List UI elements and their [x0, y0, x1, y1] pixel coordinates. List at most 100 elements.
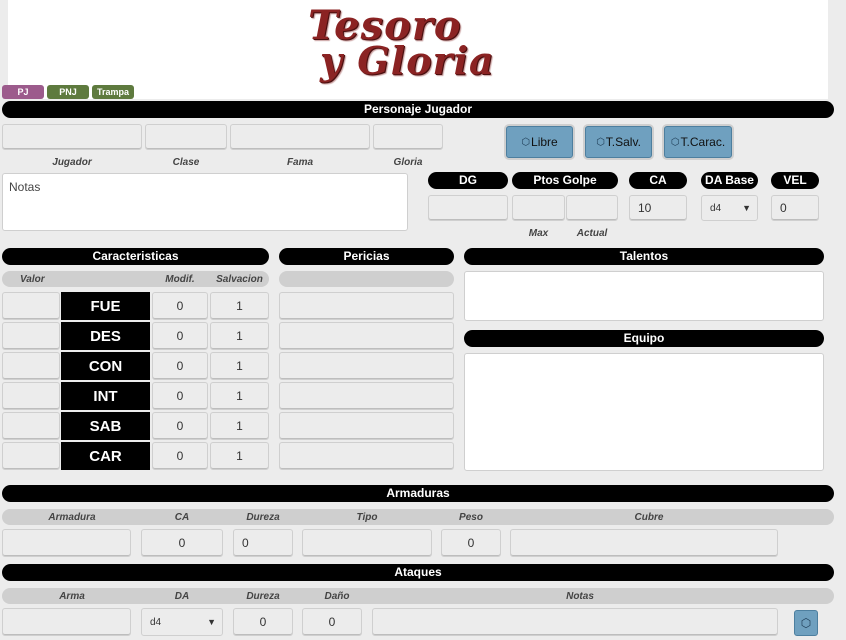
armor-hardness-header: Dureza	[246, 512, 280, 523]
attr-save-header: Salvacion	[216, 274, 263, 285]
roll-free-button[interactable]: ⬡ Libre	[506, 126, 573, 158]
attr-mod: 0	[152, 352, 208, 380]
attr-value-input[interactable]	[2, 322, 60, 350]
skills-subheader	[279, 271, 454, 287]
d20-icon: ⬡	[596, 136, 605, 148]
d20-icon: ⬡	[521, 136, 531, 148]
skill-input[interactable]	[279, 382, 454, 410]
attack-hardness-input[interactable]: 0	[233, 608, 293, 636]
attr-value-input[interactable]	[2, 382, 60, 410]
attr-mod: 0	[152, 322, 208, 350]
attack-hardness-header: Dureza	[246, 591, 280, 602]
class-input[interactable]	[145, 124, 227, 150]
hp-header: Ptos Golpe	[512, 172, 618, 189]
player-label: Jugador	[52, 157, 92, 168]
attr-name[interactable]: DES	[61, 322, 150, 350]
attr-name[interactable]: SAB	[61, 412, 150, 440]
chevron-down-icon: ▼	[742, 203, 751, 213]
skill-input[interactable]	[279, 352, 454, 380]
logo: Tesoro y Gloria	[300, 2, 540, 83]
ca-header: CA	[629, 172, 687, 189]
skill-input[interactable]	[279, 442, 454, 470]
fame-label: Fama	[286, 157, 314, 168]
attack-notes-input[interactable]	[372, 608, 778, 636]
attr-name[interactable]: INT	[61, 382, 150, 410]
attack-roll-button[interactable]: ⬡	[794, 610, 818, 636]
armor-weight-header: Peso	[459, 512, 483, 523]
armor-hardness-input[interactable]: 0	[233, 529, 293, 557]
armor-type-header: Tipo	[356, 512, 378, 523]
equipment-textarea[interactable]	[464, 353, 824, 471]
skill-input[interactable]	[279, 292, 454, 320]
player-input[interactable]	[2, 124, 142, 150]
attr-mod-header: Modif.	[165, 274, 195, 285]
attack-weapon-input[interactable]	[2, 608, 131, 636]
attr-mod: 0	[152, 412, 208, 440]
section-talents-header: Talentos	[464, 248, 824, 265]
chevron-down-icon: ▼	[207, 617, 216, 627]
attr-save: 1	[210, 292, 269, 320]
attr-value-input[interactable]	[2, 352, 60, 380]
vel-header: VEL	[771, 172, 819, 189]
attack-weapon-header: Arma	[59, 591, 85, 602]
notes-placeholder: Notas	[9, 180, 41, 194]
armor-weight-input[interactable]: 0	[441, 529, 501, 557]
attr-save: 1	[210, 352, 269, 380]
armor-type-input[interactable]	[302, 529, 432, 557]
section-attacks-header: Ataques	[2, 564, 834, 581]
glory-label: Gloria	[393, 157, 423, 168]
section-skills-header: Pericias	[279, 248, 454, 265]
d20-icon: ⬡	[670, 136, 680, 148]
section-attributes-header: Caracteristicas	[2, 248, 269, 265]
fame-input[interactable]	[230, 124, 370, 150]
da-base-select[interactable]: d4 ▼	[701, 195, 758, 221]
talents-textarea[interactable]	[464, 271, 824, 321]
roll-saves-button[interactable]: ⬡ T.Salv.	[585, 126, 652, 158]
roll-attributes-label: T.Carac.	[680, 135, 726, 149]
hp-max-label: Max	[528, 228, 549, 239]
attr-name[interactable]: CAR	[61, 442, 150, 470]
attr-mod: 0	[152, 442, 208, 470]
logo-line-2: y Gloria	[320, 38, 495, 83]
attack-da-value: d4	[150, 616, 162, 628]
attr-save: 1	[210, 442, 269, 470]
hp-current-label: Actual	[576, 228, 608, 239]
ca-input[interactable]: 10	[629, 195, 687, 221]
section-equipment-header: Equipo	[464, 330, 824, 347]
hp-max-input[interactable]	[512, 195, 565, 221]
dg-header: DG	[428, 172, 508, 189]
tab-pnj[interactable]: PNJ	[47, 85, 89, 99]
attack-notes-header: Notas	[566, 591, 594, 602]
section-armor-header: Armaduras	[2, 485, 834, 502]
tab-trampa[interactable]: Trampa	[92, 85, 134, 99]
attr-value-input[interactable]	[2, 442, 60, 470]
attr-save: 1	[210, 382, 269, 410]
armor-covers-input[interactable]	[510, 529, 778, 557]
attr-mod: 0	[152, 292, 208, 320]
attack-da-select[interactable]: d4 ▼	[141, 608, 223, 636]
tab-pj[interactable]: PJ	[2, 85, 44, 99]
da-base-header: DA Base	[701, 172, 758, 189]
glory-input[interactable]	[373, 124, 443, 150]
d20-icon: ⬡	[800, 616, 812, 630]
attr-value-input[interactable]	[2, 412, 60, 440]
hp-current-input[interactable]	[566, 195, 618, 221]
roll-attributes-button[interactable]: ⬡ T.Carac.	[664, 126, 732, 158]
skill-input[interactable]	[279, 322, 454, 350]
attr-name[interactable]: CON	[61, 352, 150, 380]
armor-ca-input[interactable]: 0	[141, 529, 223, 557]
attr-name[interactable]: FUE	[61, 292, 150, 320]
skill-input[interactable]	[279, 412, 454, 440]
roll-saves-label: T.Salv.	[605, 135, 641, 149]
armor-name-input[interactable]	[2, 529, 131, 557]
vel-input[interactable]: 0	[771, 195, 819, 221]
attr-value-header: Valor	[20, 274, 45, 285]
attack-damage-input[interactable]: 0	[302, 608, 362, 636]
dg-input[interactable]	[428, 195, 508, 221]
attr-value-input[interactable]	[2, 292, 60, 320]
notes-textarea[interactable]: Notas	[2, 173, 408, 231]
armor-ca-header: CA	[174, 512, 190, 523]
attr-save: 1	[210, 412, 269, 440]
attr-save: 1	[210, 322, 269, 350]
section-character-header: Personaje Jugador	[2, 101, 834, 118]
